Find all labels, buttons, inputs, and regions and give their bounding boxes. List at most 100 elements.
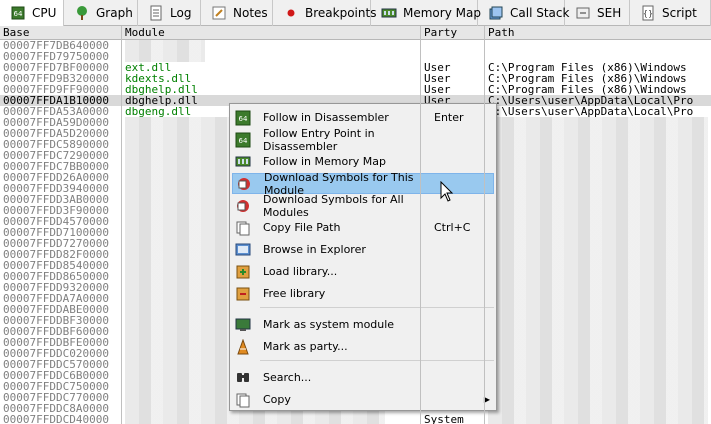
redacted-block xyxy=(488,348,708,359)
copy-icon xyxy=(235,220,251,236)
base-address: 00007FFDD3940000 xyxy=(3,183,109,194)
menu-item-mark-as-system-module[interactable]: Mark as system module xyxy=(232,314,494,335)
column-divider xyxy=(121,26,122,424)
script-icon: {} xyxy=(640,5,656,21)
menu-item-download-symbols-for-all-modules[interactable]: Download Symbols for All Modules xyxy=(232,193,494,219)
tab-graph[interactable]: Graph xyxy=(64,0,138,26)
memory-map-icon xyxy=(381,5,397,21)
tab-notes[interactable]: Notes xyxy=(201,0,273,26)
column-header-party[interactable]: Party xyxy=(421,26,485,39)
tab-memory-map[interactable]: Memory Map xyxy=(371,0,481,26)
tab-log[interactable]: Log xyxy=(138,0,201,26)
path-value xyxy=(485,128,711,139)
system-module-icon xyxy=(235,317,251,333)
menu-item-follow-in-memory-map[interactable]: Follow in Memory Map xyxy=(232,151,494,172)
redacted-block xyxy=(488,139,708,150)
path-value xyxy=(485,205,711,216)
table-row[interactable]: 00007FFDDCD40000 System xyxy=(0,414,711,424)
redacted-block xyxy=(488,194,708,205)
redacted-block xyxy=(488,315,708,326)
menu-item-label: Follow in Memory Map xyxy=(263,155,386,168)
path-value xyxy=(485,282,711,293)
redacted-block xyxy=(488,205,708,216)
table-row[interactable]: 00007FFD7BF00000 ext.dll User C:\Program Fi… xyxy=(0,62,711,73)
tab-label: Graph xyxy=(96,6,133,20)
base-address: 00007FFDD3AB0000 xyxy=(3,194,109,205)
tab-seh[interactable]: SEH xyxy=(565,0,630,26)
call-stack-icon xyxy=(488,5,504,21)
redacted-block xyxy=(488,359,708,370)
column-header-path[interactable]: Path xyxy=(485,26,711,39)
redacted-block xyxy=(488,304,708,315)
svg-text:64: 64 xyxy=(239,137,248,145)
module-name: ext.dll xyxy=(125,62,172,73)
notes-icon xyxy=(211,5,227,21)
menu-item-browse-in-explorer[interactable]: Browse in Explorer xyxy=(232,239,494,260)
path-value xyxy=(485,359,711,370)
base-address: 00007FFDDBF60000 xyxy=(3,326,109,337)
party-value: User xyxy=(424,62,451,73)
base-address: 00007FFDD7100000 xyxy=(3,227,109,238)
menu-separator xyxy=(260,360,494,361)
redacted-block xyxy=(488,238,708,249)
base-address: 00007FFD9B320000 xyxy=(3,73,109,84)
tab-bar: 64 CPU Graph Log Notes Breakpoints Memor… xyxy=(0,0,711,26)
base-address: 00007FFD9FF90000 xyxy=(3,84,109,95)
table-row[interactable]: 00007FFD9FF90000 dbghelp.dll User C:\Progra… xyxy=(0,84,711,95)
tab-script[interactable]: {} Script xyxy=(630,0,711,26)
path-value xyxy=(485,337,711,348)
redacted-block xyxy=(488,183,708,194)
menu-item-label: Search... xyxy=(263,371,312,384)
tab-breakpoints[interactable]: Breakpoints xyxy=(273,0,376,26)
redacted-block xyxy=(488,249,708,260)
tab-label: Notes xyxy=(233,6,268,20)
table-row[interactable]: 00007FFD79750000 xyxy=(0,51,711,62)
redacted-block xyxy=(488,227,708,238)
module-name xyxy=(122,414,420,424)
tab-label: CPU xyxy=(32,6,57,20)
base-address: 00007FFDDC570000 xyxy=(3,359,109,370)
table-row[interactable]: 00007FF7DB640000 xyxy=(0,40,711,51)
base-address: 00007FFDD9320000 xyxy=(3,282,109,293)
menu-item-copy[interactable]: Copy ▶ xyxy=(232,389,494,410)
path-value xyxy=(485,172,711,183)
search-icon xyxy=(235,370,251,386)
menu-item-free-library[interactable]: Free library xyxy=(232,283,494,304)
base-address: 00007FFDDC020000 xyxy=(3,348,109,359)
entry-point-icon: 64 xyxy=(235,132,251,148)
menu-item-search[interactable]: Search... xyxy=(232,367,494,388)
tab-label: Memory Map xyxy=(403,6,481,20)
column-header-module[interactable]: Module xyxy=(122,26,421,39)
redacted-block xyxy=(488,150,708,161)
path-value xyxy=(485,271,711,282)
base-address: 00007FFDDA7A0000 xyxy=(3,293,109,304)
tab-cpu[interactable]: 64 CPU xyxy=(0,0,64,26)
menu-item-mark-as-party[interactable]: Mark as party... xyxy=(232,336,494,357)
path-value xyxy=(485,51,711,62)
menu-item-follow-in-disassembler[interactable]: 64 Follow in Disassembler Enter xyxy=(232,107,494,128)
path-value xyxy=(485,370,711,381)
path-value xyxy=(485,238,711,249)
redacted-block xyxy=(488,271,708,282)
tab-call-stack[interactable]: Call Stack xyxy=(478,0,569,26)
menu-item-label: Follow in Disassembler xyxy=(263,111,389,124)
path-value xyxy=(485,403,711,414)
menu-item-label: Load library... xyxy=(263,265,338,278)
redacted-block xyxy=(488,216,708,227)
path-value xyxy=(485,304,711,315)
menu-item-load-library[interactable]: Load library... xyxy=(232,261,494,282)
column-header-base[interactable]: Base xyxy=(0,26,122,39)
table-row[interactable]: 00007FFD9B320000 kdexts.dll User C:\Program… xyxy=(0,73,711,84)
base-address: 00007FFDC5890000 xyxy=(3,139,109,150)
redacted-block xyxy=(488,326,708,337)
menu-item-copy-file-path[interactable]: Copy File Path Ctrl+C xyxy=(232,217,494,238)
redacted-block xyxy=(488,128,708,139)
menu-item-download-symbols-for-this-module[interactable]: Download Symbols for This Module xyxy=(232,171,494,197)
path-value xyxy=(485,139,711,150)
menu-item-follow-entry-point-in-disassembler[interactable]: 64 Follow Entry Point in Disassembler xyxy=(232,127,494,153)
base-address: 00007FF7DB640000 xyxy=(3,40,109,51)
party-value xyxy=(421,51,484,62)
mouse-cursor-icon xyxy=(440,181,454,202)
path-value xyxy=(485,348,711,359)
redacted-block xyxy=(125,40,205,51)
